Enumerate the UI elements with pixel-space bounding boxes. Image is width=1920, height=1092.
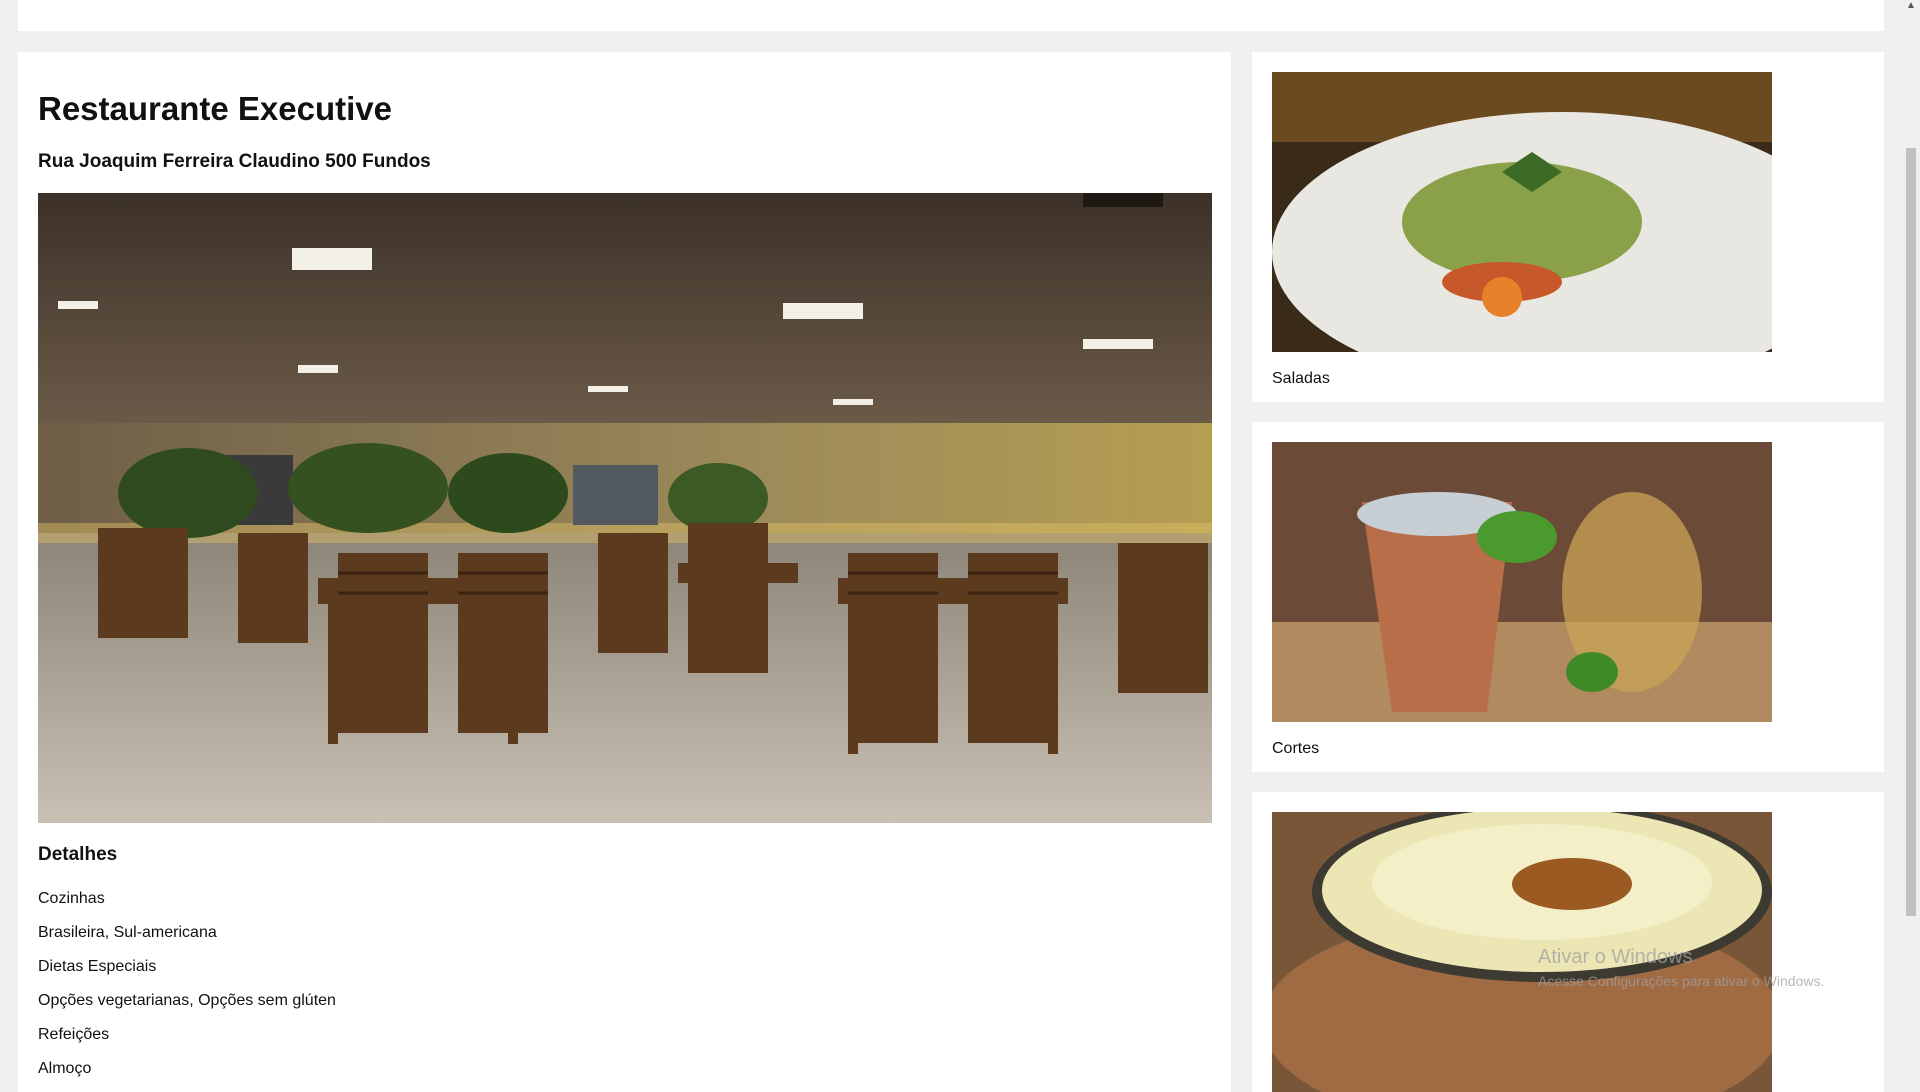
top-bar xyxy=(18,0,1884,31)
details-item-meals-value: Almoço xyxy=(38,1060,92,1077)
gallery-caption: Saladas xyxy=(1272,370,1330,387)
details-item-cuisines-label: Cozinhas xyxy=(38,890,105,907)
restaurant-dining-room-photo xyxy=(38,193,1212,823)
gallery-card-saladas[interactable]: Saladas xyxy=(1252,52,1884,402)
details-heading: Detalhes xyxy=(38,844,118,865)
gallery-card-cortes[interactable]: Cortes xyxy=(1252,422,1884,772)
details-list: Cozinhas Brasileira, Sul-americana Dieta… xyxy=(38,882,336,1086)
details-item-cuisines-value: Brasileira, Sul-americana xyxy=(38,924,217,941)
scrollbar-thumb[interactable] xyxy=(1906,148,1916,916)
gallery-card-third[interactable] xyxy=(1252,792,1884,1092)
restaurant-detail-card: Restaurante Executive Rua Joaquim Ferrei… xyxy=(18,52,1231,1092)
restaurant-name: Restaurante Executive xyxy=(38,90,392,127)
details-item-diets-value: Opções vegetarianas, Opções sem glúten xyxy=(38,992,336,1009)
details-item-meals-label: Refeições xyxy=(38,1026,110,1043)
soup-dish-photo[interactable] xyxy=(1272,812,1772,1092)
details-item-diets-label: Dietas Especiais xyxy=(38,958,157,975)
drink-photo[interactable] xyxy=(1272,442,1772,722)
salad-dish-photo[interactable] xyxy=(1272,72,1772,352)
vertical-scrollbar[interactable]: ▲ xyxy=(1902,0,1920,1080)
restaurant-address: Rua Joaquim Ferreira Claudino 500 Fundos xyxy=(38,151,431,172)
gallery-caption: Cortes xyxy=(1272,740,1320,757)
scroll-up-arrow-icon[interactable]: ▲ xyxy=(1906,0,1916,11)
